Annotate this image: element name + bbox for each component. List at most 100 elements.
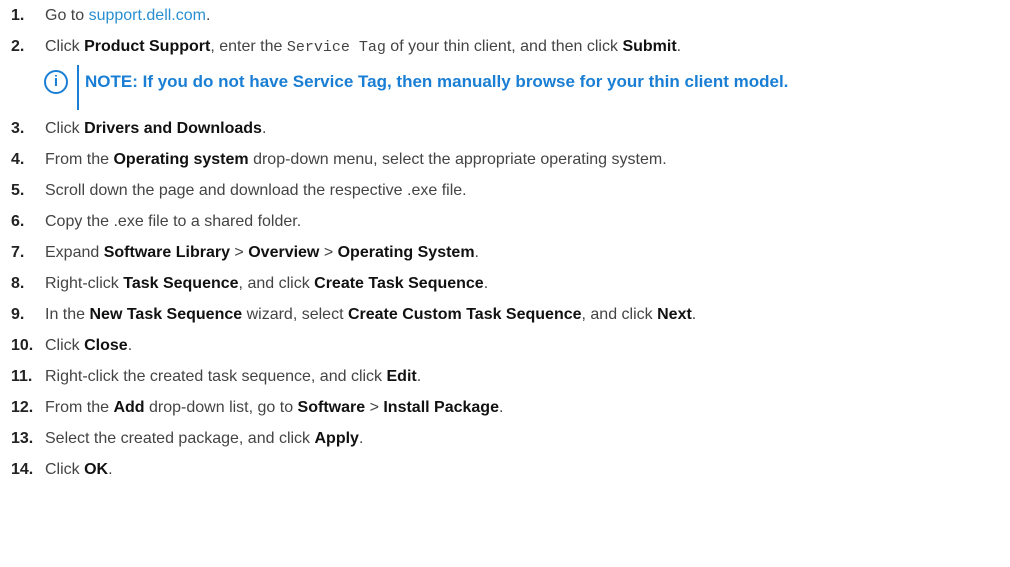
code-term: Service Tag [286,39,386,56]
step-text: Select the created package, and click Ap… [45,423,363,454]
ui-term: Create Task Sequence [314,275,484,292]
step-text-segment: . [358,430,364,447]
step-text: Click Close. [45,330,132,361]
step-text: From the Add drop-down list, go to Softw… [45,392,503,423]
step-number: 5. [11,182,25,199]
step-text-segment: > [229,244,249,261]
step-text: Copy the .exe file to a shared folder. [45,206,301,237]
ui-term: Create Custom Task Sequence [347,306,582,323]
step-text: Click Drivers and Downloads. [45,113,266,144]
step-text-segment: From the [45,399,114,416]
step-text-segment: . [474,244,479,261]
step-text-segment: Click [45,461,85,478]
step-text-segment: drop-down list, go to [144,399,298,416]
step-text-segment: . [127,337,133,354]
step-number: 4. [11,151,25,168]
step-text-segment: . [108,461,113,478]
step-text: Go to support.dell.com. [45,0,210,31]
procedure-steps: 1. Go to support.dell.com. 2. Click Product… [0,0,1010,485]
ui-term: Add [113,399,145,416]
step-number: 8. [11,275,25,292]
step-item: 5. Scroll down the page and download the … [0,175,1010,206]
support-link[interactable]: support.dell.com [89,7,206,24]
step-text: Right-click Task Sequence, and click Cre… [45,268,488,299]
step-text-segment: Go to [45,7,89,24]
step-text-segment: , and click [581,306,658,323]
note-divider [77,65,79,110]
ui-term: Software [297,399,366,416]
step-item: 12. From the Add drop-down list, go to So… [0,392,1010,423]
step-number: 6. [11,213,25,230]
step-number: 9. [11,306,25,323]
step-text: In the New Task Sequence wizard, select … [45,299,696,330]
step-text-segment: . [416,368,422,385]
step-text-segment: . [691,306,697,323]
step-text-segment: Click [45,120,85,137]
step-item: 4. From the Operating system drop-down me… [0,144,1010,175]
ui-term: Edit [386,368,417,385]
note-callout: i NOTE: If you do not have Service Tag, t… [0,62,1010,113]
ui-term: Close [84,337,128,354]
step-text-segment: Select the created package, and click [45,430,315,447]
info-icon: i [44,70,68,94]
step-text-segment: drop-down menu, select the appropriate o… [248,151,667,168]
ui-term: OK [84,461,109,478]
document-page: 1. Go to support.dell.com. 2. Click Product… [0,0,1010,567]
step-text-segment: . [483,275,489,292]
note-text: NOTE: If you do not have Service Tag, th… [85,72,789,91]
step-text-segment: . [676,38,682,55]
step-text-segment: . [498,399,504,416]
ui-term: Software Library [103,244,230,261]
step-item: 8. Right-click Task Sequence, and click C… [0,268,1010,299]
ui-term: Drivers and Downloads [84,120,262,137]
ui-term: Operating system [113,151,249,168]
step-text-segment: wizard, select [242,306,348,323]
step-item: 11. Right-click the created task sequence… [0,361,1010,392]
ui-term: Install Package [383,399,499,416]
step-text-segment: Copy the .exe file to a shared folder. [45,213,302,230]
step-number: 14. [11,461,34,478]
step-text: Click Product Support, enter the Service… [45,31,681,63]
step-text-segment: > [365,399,384,416]
ui-term: Apply [314,430,359,447]
step-text-segment: . [261,120,267,137]
step-text-segment: From the [45,151,114,168]
step-item: 2. Click Product Support, enter the Servi… [0,31,1010,62]
step-number: 12. [11,399,34,416]
step-text-segment: , and click [238,275,315,292]
ui-term: New Task Sequence [89,306,243,323]
ui-term: Next [657,306,692,323]
step-text-segment: Click [45,38,85,55]
ui-term: Overview [248,244,320,261]
step-number: 2. [11,38,25,55]
step-item: 14. Click OK. [0,454,1010,485]
ui-term: Task Sequence [123,275,239,292]
step-text: Right-click the created task sequence, a… [45,361,421,392]
step-text-segment: , enter the [210,38,287,55]
ui-term: Submit [622,38,677,55]
ui-term: Product Support [84,38,211,55]
step-text-segment: Right-click [45,275,124,292]
step-number: 3. [11,120,25,137]
step-number: 11. [11,368,33,385]
step-text-segment: Scroll down the page and download the re… [45,182,467,199]
step-text: Click OK. [45,454,113,485]
step-text-segment: . [205,7,211,24]
step-item: 3. Click Drivers and Downloads. [0,113,1010,144]
step-number: 13. [11,430,34,447]
step-item: 9. In the New Task Sequence wizard, selec… [0,299,1010,330]
step-text: Scroll down the page and download the re… [45,175,467,206]
step-item: 13. Select the created package, and click… [0,423,1010,454]
step-text-segment: > [319,244,338,261]
step-number: 10. [11,337,34,354]
step-text: Expand Software Library > Overview > Ope… [45,237,479,268]
step-text-segment: In the [45,306,90,323]
step-number: 7. [11,244,25,261]
step-text: From the Operating system drop-down menu… [45,144,667,175]
step-text-segment: Right-click the created task sequence, a… [45,368,387,385]
step-text-segment: of your thin client, and then click [385,38,623,55]
step-number: 1. [11,7,25,24]
step-item: 6. Copy the .exe file to a shared folder. [0,206,1010,237]
step-item: 7. Expand Software Library > Overview > O… [0,237,1010,268]
step-text-segment: Click [45,337,85,354]
